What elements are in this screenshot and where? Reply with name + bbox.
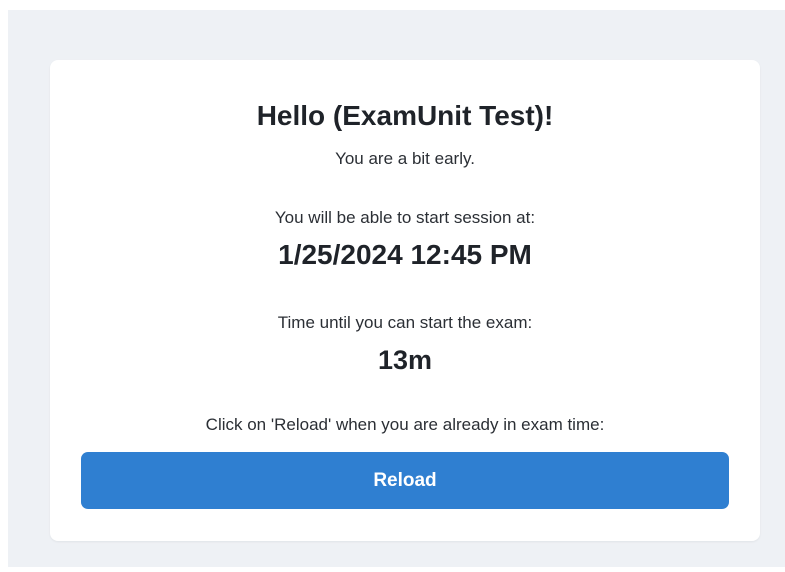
session-start-label: You will be able to start session at: [274,208,536,227]
exam-waiting-card: Hello (ExamUnit Test)! You are a bit ear… [50,60,760,541]
reload-button[interactable]: Reload [81,452,729,509]
reload-instruction: Click on 'Reload' when you are already i… [205,415,605,434]
countdown-label: Time until you can start the exam: [277,313,533,332]
greeting-title: Hello (ExamUnit Test)! [256,100,554,131]
countdown-value: 13m [377,345,433,375]
session-start-time: 1/25/2024 12:45 PM [278,239,532,270]
early-notice: You are a bit early. [335,149,475,168]
page-background: Hello (ExamUnit Test)! You are a bit ear… [8,10,785,567]
